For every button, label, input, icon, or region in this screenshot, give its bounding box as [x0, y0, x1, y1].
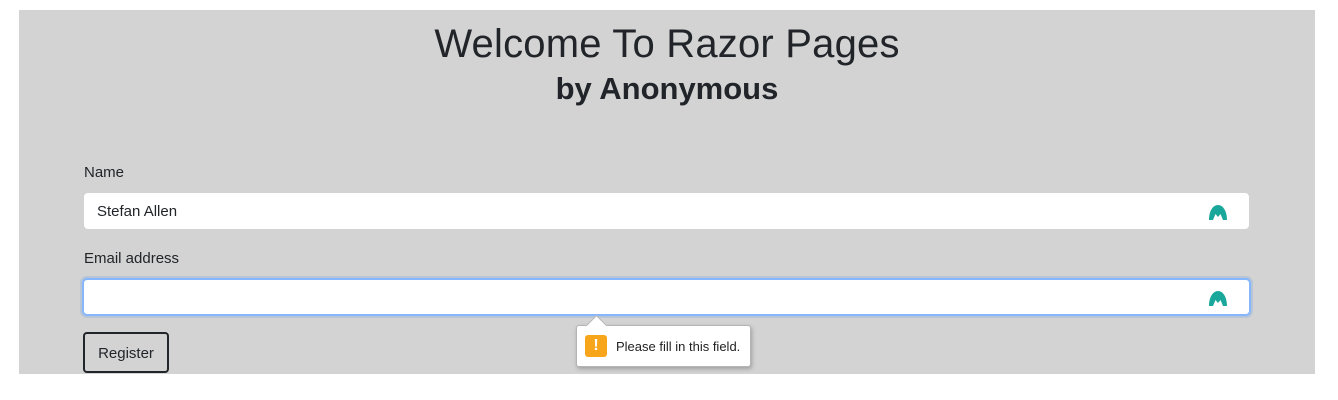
name-field[interactable]: Stefan Allen	[84, 193, 1249, 229]
validation-message: Please fill in this field.	[616, 338, 741, 354]
autofill-extension-icon[interactable]	[1208, 288, 1228, 308]
validation-tooltip: ! Please fill in this field.	[576, 314, 752, 367]
page-container: Welcome To Razor Pages by Anonymous Name…	[19, 10, 1315, 374]
register-button[interactable]: Register	[83, 332, 169, 373]
email-field[interactable]	[82, 278, 1251, 316]
page-subtitle: by Anonymous	[555, 71, 779, 106]
warning-icon: !	[585, 335, 607, 357]
name-field-value: Stefan Allen	[97, 203, 178, 220]
email-label: Email address	[84, 250, 180, 267]
autofill-extension-icon[interactable]	[1208, 202, 1228, 222]
name-label: Name	[84, 164, 125, 181]
page-title: Welcome To Razor Pages	[434, 22, 900, 66]
